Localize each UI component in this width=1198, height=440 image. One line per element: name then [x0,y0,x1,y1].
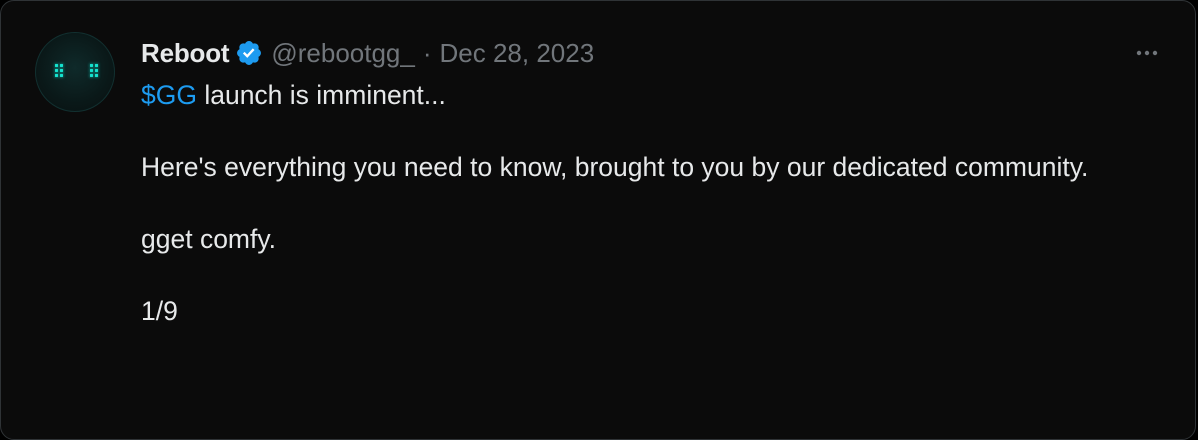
tweet-header: Reboot @rebootgg_ · Dec 28, 2023 [141,35,594,71]
tweet-text: $GG launch is imminent... Here's everyth… [141,77,1121,329]
avatar[interactable] [35,32,115,112]
tweet-text-line: Here's everything you need to know, brou… [141,152,1089,182]
author-handle[interactable]: @rebootgg_ [271,38,415,69]
tweet-date[interactable]: Dec 28, 2023 [440,38,595,69]
tweet-text-line: $GG launch is imminent... [141,77,1121,113]
tweet-text-span: launch is imminent... [196,80,446,110]
cashtag-link[interactable]: $GG [141,80,197,110]
tweet-card[interactable]: Reboot @rebootgg_ · Dec 28, 2023 $GG lau… [0,0,1196,440]
logo-icon [90,64,98,81]
author-name[interactable]: Reboot [141,38,230,69]
logo-icon [55,64,63,81]
verified-badge-icon [235,39,263,67]
more-horizontal-icon [1135,44,1159,62]
separator-dot: · [422,37,432,68]
more-options-button[interactable] [1129,39,1165,67]
tweet-text-line: gget comfy. [141,224,277,254]
thread-counter: 1/9 [141,296,178,326]
